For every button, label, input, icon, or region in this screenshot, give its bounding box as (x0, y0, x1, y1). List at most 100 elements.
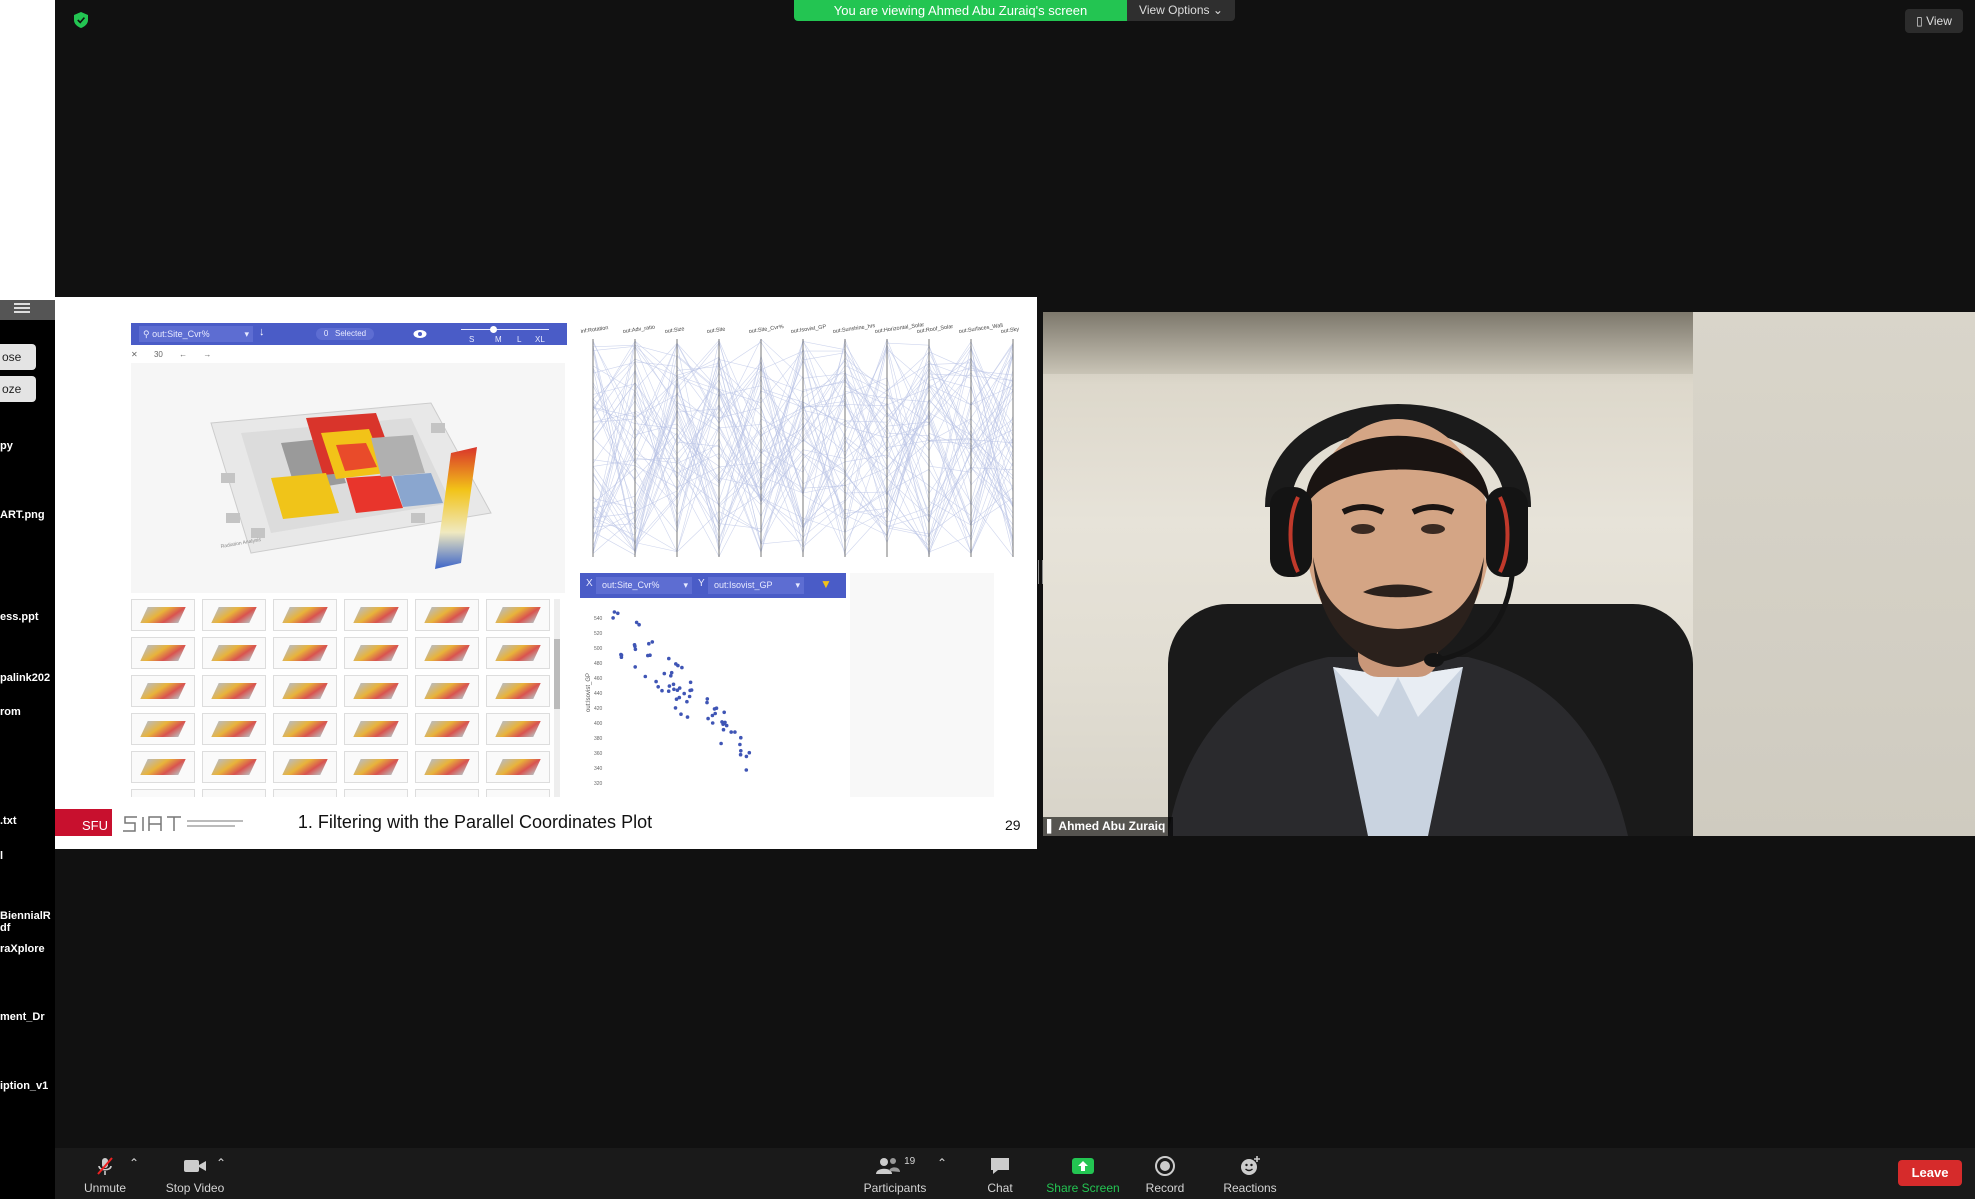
scatter-point[interactable] (744, 768, 749, 772)
scatter-point[interactable] (619, 653, 624, 657)
desktop-file[interactable]: ART.png (0, 509, 45, 521)
size-option-xl[interactable]: XL (535, 335, 545, 344)
design-thumbnail[interactable] (486, 751, 550, 783)
arrow-left-icon[interactable]: ← (179, 350, 187, 359)
scatter-point[interactable] (710, 721, 715, 725)
design-thumbnail[interactable] (131, 599, 195, 631)
scatter-point[interactable] (671, 682, 676, 687)
scatter-point[interactable] (705, 697, 710, 701)
desktop-file[interactable]: .txt (0, 815, 17, 827)
scatter-point[interactable] (674, 697, 679, 701)
size-slider[interactable] (461, 329, 549, 330)
close-icon[interactable]: ✕ (131, 350, 138, 359)
design-thumbnail[interactable] (344, 789, 408, 797)
leave-button[interactable]: Leave (1898, 1160, 1962, 1186)
3d-model-view[interactable]: Radiation Analysis (131, 363, 565, 593)
design-thumbnail[interactable] (202, 789, 266, 797)
desktop-file[interactable]: palink202 (0, 672, 50, 684)
design-thumbnail[interactable] (344, 713, 408, 745)
desktop-file[interactable]: raXplore (0, 943, 45, 955)
scatter-point[interactable] (705, 700, 709, 705)
scatter-point[interactable] (616, 611, 620, 616)
scatter-point[interactable] (675, 688, 680, 692)
size-slider-knob[interactable] (490, 326, 497, 333)
scatter-point[interactable] (669, 674, 673, 678)
design-thumbnail[interactable] (415, 637, 479, 669)
scatter-point[interactable] (654, 679, 658, 684)
desktop-file[interactable]: ess.ppt (0, 611, 39, 623)
scatter-point[interactable] (656, 685, 660, 689)
design-thumbnail[interactable] (273, 713, 337, 745)
scatter-point[interactable] (633, 644, 637, 649)
desktop-file[interactable]: ment_Dr (0, 1011, 45, 1023)
scatter-point[interactable] (722, 710, 726, 715)
scatter-point[interactable] (669, 670, 674, 675)
design-thumbnail[interactable] (486, 637, 550, 669)
scatter-point[interactable] (637, 622, 641, 627)
design-thumbnail[interactable] (344, 637, 408, 669)
scatter-point[interactable] (738, 742, 742, 747)
scatter-point[interactable] (643, 674, 648, 679)
x-axis-select[interactable]: out:Site_Cvr% ▾ (596, 577, 692, 594)
design-thumbnail[interactable] (344, 675, 408, 707)
view-options-button[interactable]: View Options ⌄ (1127, 0, 1235, 21)
sort-arrow-icon[interactable]: ↓ (259, 326, 265, 338)
design-thumbnail[interactable] (273, 599, 337, 631)
design-thumbnail[interactable] (273, 637, 337, 669)
design-thumbnail[interactable] (486, 599, 550, 631)
search-select[interactable]: ⚲ out:Site_Cvr% ▾ (139, 326, 253, 342)
size-option-m[interactable]: M (495, 335, 502, 344)
scatter-point[interactable] (712, 707, 717, 711)
design-thumbnail[interactable] (273, 675, 337, 707)
scatter-point[interactable] (676, 663, 680, 668)
scatter-point[interactable] (612, 610, 617, 614)
design-thumbnail[interactable] (131, 789, 195, 797)
scatter-point[interactable] (706, 716, 710, 721)
design-thumbnail[interactable] (415, 599, 479, 631)
scatter-point[interactable] (633, 647, 638, 652)
scatter-point[interactable] (722, 721, 726, 725)
unmute-button[interactable]: Unmute (75, 1156, 135, 1195)
scatter-point[interactable] (667, 684, 672, 688)
scatter-point[interactable] (611, 616, 615, 620)
participants-caret-icon[interactable]: ⌃ (937, 1156, 947, 1170)
scatter-point[interactable] (680, 665, 684, 670)
filter-icon[interactable]: ▼ (820, 577, 832, 591)
design-thumbnail[interactable] (415, 751, 479, 783)
parallel-coordinates-plot[interactable]: inf:Rotation out:Adv_ratio out:Size out:Sit… (573, 317, 1037, 565)
reactions-button[interactable]: Reactions (1215, 1156, 1285, 1195)
scatter-point[interactable] (673, 706, 678, 710)
scatter-point[interactable] (733, 730, 737, 734)
design-thumbnail[interactable] (415, 713, 479, 745)
view-button[interactable]: ▯ View (1905, 9, 1963, 33)
design-thumbnail[interactable] (486, 789, 550, 797)
scatter-plot[interactable]: out:Isovist_GP 540 520 500 480 460 440 420 400 3… (580, 602, 848, 794)
desktop-file[interactable]: rom (0, 706, 21, 718)
scatter-point[interactable] (650, 640, 655, 644)
scatter-point[interactable] (688, 680, 693, 685)
design-thumbnail[interactable] (202, 751, 266, 783)
design-thumbnail[interactable] (273, 789, 337, 797)
design-thumbnail[interactable] (131, 675, 195, 707)
design-thumbnail[interactable] (202, 637, 266, 669)
design-thumbnail[interactable] (202, 675, 266, 707)
scatter-point[interactable] (744, 754, 749, 759)
scatter-point[interactable] (685, 699, 689, 704)
desktop-file[interactable]: BiennialR df (0, 910, 51, 934)
participants-button[interactable]: 19 Participants (855, 1156, 935, 1195)
scatter-point[interactable] (633, 665, 637, 669)
scatter-point[interactable] (721, 727, 726, 732)
design-thumbnail[interactable] (486, 675, 550, 707)
desktop-button[interactable]: oze (0, 376, 36, 402)
scatter-point[interactable] (729, 730, 733, 734)
design-thumbnail[interactable] (131, 713, 195, 745)
security-shield-icon[interactable] (74, 12, 88, 28)
scatter-point[interactable] (747, 750, 752, 755)
eye-icon[interactable] (413, 328, 427, 340)
desktop-file[interactable]: py (0, 440, 13, 452)
design-thumbnail[interactable] (344, 599, 408, 631)
arrow-right-icon[interactable]: → (203, 350, 211, 359)
scatter-point[interactable] (662, 671, 667, 676)
design-thumbnail[interactable] (344, 751, 408, 783)
scatter-point[interactable] (666, 689, 671, 693)
